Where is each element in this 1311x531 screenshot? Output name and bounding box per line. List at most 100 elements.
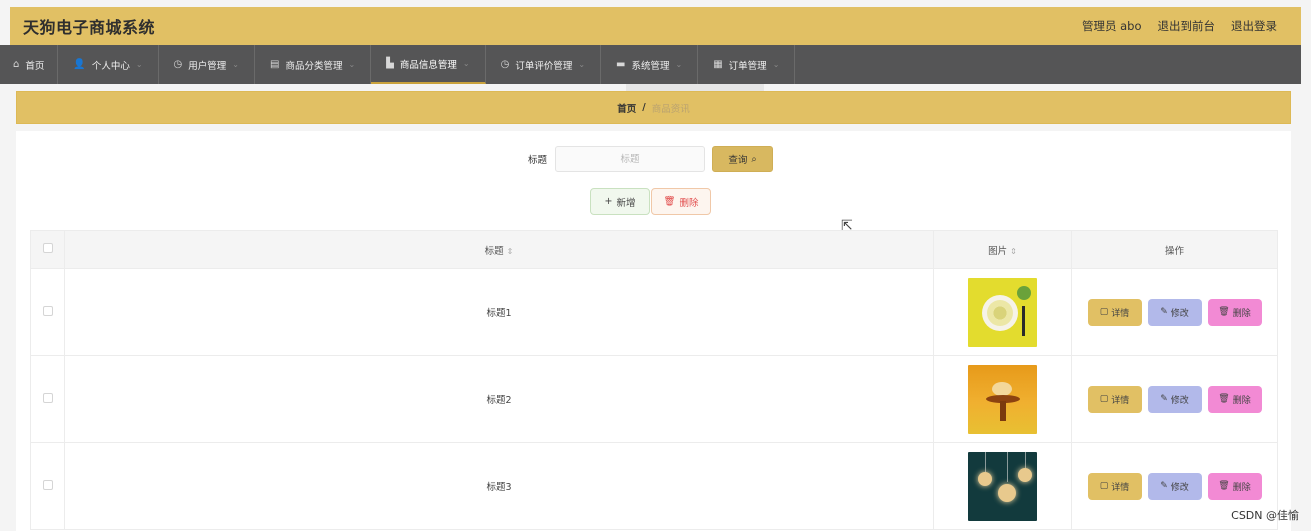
- stand-leg-shape: [1000, 400, 1006, 421]
- ball-shape: [1017, 285, 1031, 300]
- string-shape: [1007, 451, 1008, 482]
- cake-shape: [992, 381, 1012, 396]
- product-image[interactable]: [968, 364, 1037, 434]
- nav-home[interactable]: ⌂ 首页: [0, 45, 59, 84]
- clock-icon: ◷: [500, 59, 510, 70]
- edit-button-label: 修改: [1170, 482, 1189, 493]
- breadcrumb-separator: /: [642, 102, 646, 113]
- lamp-shape: [998, 483, 1016, 502]
- row-title: 标题3: [64, 442, 934, 530]
- detail-icon: ▢: [1099, 394, 1109, 404]
- sort-icon: ⇕: [506, 246, 514, 256]
- nav-label: 首页: [25, 60, 45, 72]
- edit-button[interactable]: ✎ 修改: [1147, 385, 1202, 413]
- column-image-label: 图片: [988, 245, 1008, 257]
- trash-icon: 🗑: [663, 196, 676, 207]
- lamp-shape: [978, 471, 992, 486]
- row-check-cell: [30, 442, 65, 530]
- column-title[interactable]: 标题 ⇕: [64, 230, 934, 269]
- watermark: CSDN @佳愉: [1231, 509, 1299, 522]
- row-title: 标题2: [64, 355, 934, 443]
- row-actions: ▢ 详情 ✎ 修改 🗑 删除: [1072, 298, 1277, 326]
- nav-product-info-management[interactable]: ▙ 商品信息管理 ⌄: [371, 45, 486, 84]
- delete-button-label: 删除: [679, 197, 699, 209]
- admin-user-label[interactable]: 管理员 abo: [1082, 18, 1142, 34]
- trash-icon: 🗑: [1218, 394, 1230, 404]
- nav-label: 个人中心: [91, 60, 130, 72]
- search-bar: 标题 查询 ⌕: [528, 146, 774, 172]
- nav-order-review-management[interactable]: ◷ 订单评价管理 ⌄: [486, 45, 602, 84]
- row-actions: ▢ 详情 ✎ 修改 🗑 删除: [1072, 472, 1277, 500]
- chevron-down-icon: ⌄: [578, 60, 586, 69]
- row-ops-cell: ▢ 详情 ✎ 修改 🗑 删除: [1071, 268, 1278, 356]
- add-button[interactable]: + 新增: [590, 188, 650, 215]
- row-check-cell: [30, 268, 65, 356]
- row-checkbox[interactable]: [42, 479, 53, 490]
- edit-button[interactable]: ✎ 修改: [1147, 298, 1202, 326]
- nav-order-management[interactable]: ▦ 订单管理 ⌄: [698, 45, 796, 84]
- search-label: 标题: [528, 155, 548, 166]
- app-title: 天狗电子商城系统: [23, 18, 156, 37]
- row-ops-cell: ▢ 详情 ✎ 修改 🗑 删除: [1071, 355, 1278, 443]
- logout-link[interactable]: 退出登录: [1231, 18, 1277, 34]
- query-button[interactable]: 查询 ⌕: [712, 146, 774, 172]
- nav-personal-center[interactable]: 👤 个人中心 ⌄: [58, 45, 159, 84]
- trash-icon: 🗑: [1218, 481, 1230, 491]
- add-button-label: 新增: [616, 197, 636, 209]
- lamp-shape: [1018, 467, 1032, 482]
- delete-button[interactable]: 🗑 删除: [1207, 472, 1262, 500]
- user-icon: 👤: [73, 59, 86, 70]
- spoon-shape: [1022, 305, 1025, 336]
- plus-icon: +: [604, 196, 613, 207]
- detail-button[interactable]: ▢ 详情: [1087, 298, 1142, 326]
- home-icon: ⌂: [13, 59, 20, 70]
- detail-icon: ▢: [1099, 307, 1109, 317]
- clock-icon: ◷: [173, 59, 183, 70]
- header-user-menu: 管理员 abo 退出到前台 退出登录: [1082, 7, 1277, 45]
- batch-delete-button[interactable]: 🗑 删除: [651, 188, 711, 215]
- monitor-icon: ▬: [616, 59, 626, 70]
- select-all-cell: [30, 230, 65, 269]
- delete-button-label: 删除: [1232, 308, 1251, 319]
- chevron-down-icon: ⌄: [462, 59, 470, 68]
- trash-icon: 🗑: [1218, 307, 1230, 317]
- delete-button[interactable]: 🗑 删除: [1207, 298, 1262, 326]
- row-check-cell: [30, 355, 65, 443]
- nav-user-management[interactable]: ◷ 用户管理 ⌄: [159, 45, 255, 84]
- chevron-down-icon: ⌄: [135, 60, 143, 69]
- grid-icon: ▦: [713, 59, 723, 70]
- chevron-down-icon: ⌄: [232, 60, 239, 69]
- product-image[interactable]: [968, 277, 1037, 347]
- delete-button[interactable]: 🗑 删除: [1207, 385, 1262, 413]
- product-image[interactable]: [968, 451, 1037, 521]
- pencil-icon: ✎: [1160, 307, 1168, 317]
- chart-icon: ▙: [386, 58, 394, 69]
- main-nav: ⌂ 首页 👤 个人中心 ⌄ ◷ 用户管理 ⌄ ▤ 商品分类管理 ⌄ ▙ 商品信息…: [0, 45, 1301, 84]
- query-button-label: 查询: [728, 155, 748, 166]
- table-row: 标题2 ▢ 详情 ✎ 修改 🗑 删除: [30, 355, 1278, 443]
- doc-icon: ▤: [270, 59, 280, 70]
- nav-system-management[interactable]: ▬ 系统管理 ⌄: [601, 45, 699, 84]
- table-row: 标题3 ▢ 详情 ✎ 修改 🗑 删除: [30, 442, 1278, 530]
- back-to-front-link[interactable]: 退出到前台: [1158, 18, 1216, 34]
- column-title-label: 标题: [484, 245, 504, 257]
- table-row: 标题1 ▢ 详情 ✎ 修改 🗑 删除: [30, 268, 1278, 356]
- edit-button-label: 修改: [1170, 395, 1189, 406]
- detail-button[interactable]: ▢ 详情: [1087, 472, 1142, 500]
- nav-label: 商品信息管理: [399, 59, 457, 71]
- breadcrumb-home[interactable]: 首页: [617, 101, 636, 115]
- pencil-icon: ✎: [1160, 481, 1168, 491]
- sort-icon: ⇕: [1010, 246, 1017, 256]
- nav-category-management[interactable]: ▤ 商品分类管理 ⌄: [255, 45, 372, 84]
- table-header-row: 标题 ⇕ 图片 ⇕ 操作: [30, 230, 1278, 269]
- row-checkbox[interactable]: [42, 305, 53, 316]
- row-title: 标题1: [64, 268, 934, 356]
- row-checkbox[interactable]: [42, 392, 53, 403]
- select-all-checkbox[interactable]: [42, 243, 53, 253]
- search-input[interactable]: [555, 146, 706, 172]
- detail-button[interactable]: ▢ 详情: [1087, 385, 1142, 413]
- chevron-down-icon: ⌄: [348, 60, 356, 69]
- column-image[interactable]: 图片 ⇕: [933, 230, 1072, 269]
- detail-icon: ▢: [1099, 481, 1109, 491]
- edit-button[interactable]: ✎ 修改: [1147, 472, 1202, 500]
